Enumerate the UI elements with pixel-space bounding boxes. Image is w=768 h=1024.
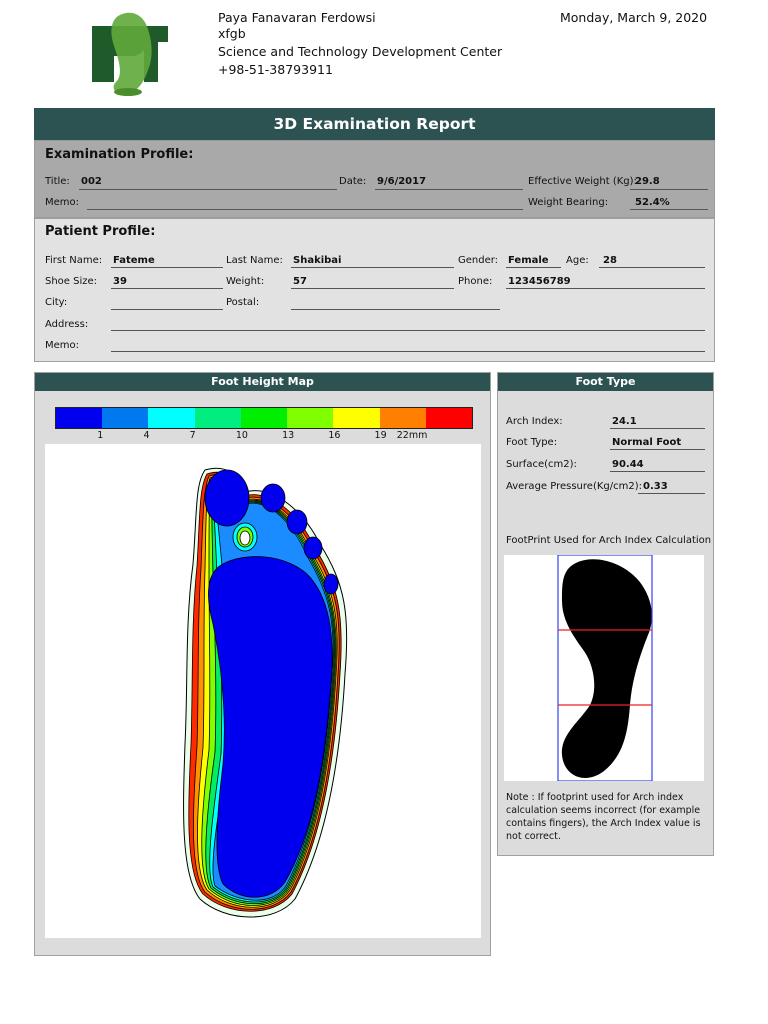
weight-value: 57 — [293, 276, 307, 287]
address-underline — [111, 330, 705, 331]
scale-swatch-5 — [287, 408, 334, 428]
first-name-value: Fateme — [113, 255, 155, 266]
avg-pressure-underline — [638, 493, 705, 494]
company-logo — [88, 8, 174, 98]
footprint-caption: FootPrint Used for Arch Index Calculatio… — [506, 535, 712, 546]
surface-underline — [610, 471, 705, 472]
first-name-label: First Name: — [45, 255, 103, 266]
postal-underline — [291, 309, 500, 310]
patient-profile: Patient Profile: First Name: Fateme Last… — [34, 218, 715, 362]
age-underline — [599, 267, 705, 268]
arch-index-label: Arch Index: — [506, 416, 563, 427]
exam-title-underline — [79, 189, 337, 190]
report-title: 3D Examination Report — [34, 108, 715, 140]
patient-profile-heading: Patient Profile: — [45, 224, 156, 239]
scale-label-1: 4 — [143, 430, 150, 441]
foot-type-panel: Foot Type Arch Index: 24.1 Foot Type: No… — [497, 372, 714, 856]
age-value: 28 — [603, 255, 617, 266]
age-label: Age: — [566, 255, 589, 266]
foot-height-map-title: Foot Height Map — [35, 373, 490, 391]
exam-memo-underline — [87, 209, 523, 210]
scale-swatch-8 — [425, 408, 472, 428]
scale-swatch-3 — [194, 408, 241, 428]
company-name: Paya Fanavaran Ferdowsi — [218, 10, 376, 25]
report-date: Monday, March 9, 2020 — [560, 10, 708, 25]
examination-profile: Examination Profile: Title: 002 Date: 9/… — [34, 140, 715, 218]
address-label: Address: — [45, 319, 89, 330]
arch-index-underline — [610, 428, 705, 429]
postal-label: Postal: — [226, 297, 260, 308]
height-color-scale — [55, 407, 473, 429]
footprint-image — [557, 554, 653, 782]
weight-bearing-label: Weight Bearing: — [528, 197, 609, 208]
exam-date-label: Date: — [339, 176, 367, 187]
foot-type-label: Foot Type: — [506, 437, 558, 448]
scale-label-0: 1 — [97, 430, 104, 441]
scale-label-2: 7 — [189, 430, 196, 441]
patient-memo-underline — [111, 351, 705, 352]
foot-type-value: Normal Foot — [612, 437, 682, 448]
scale-swatch-7 — [379, 408, 426, 428]
weight-label: Weight: — [226, 276, 265, 287]
scale-label-6: 19 — [374, 430, 387, 441]
scale-swatch-1 — [102, 408, 149, 428]
phone-underline — [506, 288, 705, 289]
last-name-value: Shakibai — [293, 255, 342, 266]
foot-height-map-image — [183, 467, 348, 918]
shoe-size-label: Shoe Size: — [45, 276, 98, 287]
company-center: Science and Technology Development Cente… — [218, 44, 503, 59]
eff-weight-value: 29.8 — [635, 176, 660, 187]
surface-label: Surface(cm2): — [506, 459, 577, 470]
eff-weight-label: Effective Weight (Kg): — [528, 176, 637, 187]
arch-index-value: 24.1 — [612, 416, 637, 427]
first-name-underline — [111, 267, 223, 268]
phone-label: Phone: — [458, 276, 493, 287]
scale-swatch-4 — [240, 408, 288, 428]
city-label: City: — [45, 297, 68, 308]
gender-underline — [506, 267, 561, 268]
last-name-label: Last Name: — [226, 255, 283, 266]
surface-value: 90.44 — [612, 459, 644, 470]
scale-label-5: 16 — [328, 430, 341, 441]
gender-label: Gender: — [458, 255, 499, 266]
avg-pressure-value: 0.33 — [643, 481, 668, 492]
eff-weight-underline — [630, 189, 708, 190]
exam-profile-heading: Examination Profile: — [45, 147, 194, 162]
scale-label-4: 13 — [282, 430, 295, 441]
phone-value: 123456789 — [508, 276, 571, 287]
company-phone: +98-51-38793911 — [218, 62, 333, 77]
exam-date-underline — [375, 189, 523, 190]
city-underline — [111, 309, 223, 310]
exam-title-label: Title: — [45, 176, 70, 187]
scale-label-3: 10 — [235, 430, 248, 441]
weight-underline — [291, 288, 454, 289]
exam-date-value: 9/6/2017 — [377, 176, 427, 187]
foot-height-map-canvas — [45, 444, 481, 938]
shoe-size-value: 39 — [113, 276, 127, 287]
foot-type-underline — [610, 449, 705, 450]
exam-title-value: 002 — [81, 176, 102, 187]
scale-swatch-0 — [56, 408, 103, 428]
gender-value: Female — [508, 255, 549, 266]
exam-memo-label: Memo: — [45, 197, 80, 208]
company-subtitle: xfgb — [218, 26, 246, 41]
shoe-size-underline — [111, 288, 223, 289]
weight-bearing-underline — [630, 209, 708, 210]
patient-memo-label: Memo: — [45, 340, 80, 351]
weight-bearing-value: 52.4% — [635, 197, 670, 208]
scale-swatch-6 — [333, 408, 380, 428]
last-name-underline — [291, 267, 454, 268]
avg-pressure-label: Average Pressure(Kg/cm2): — [506, 481, 642, 492]
scale-label-7: 22mm — [396, 430, 428, 441]
footprint-image-box — [504, 554, 704, 782]
scale-swatch-2 — [148, 408, 195, 428]
arch-index-note: Note : If footprint used for Arch index … — [506, 792, 701, 842]
foot-type-title: Foot Type — [498, 373, 713, 391]
